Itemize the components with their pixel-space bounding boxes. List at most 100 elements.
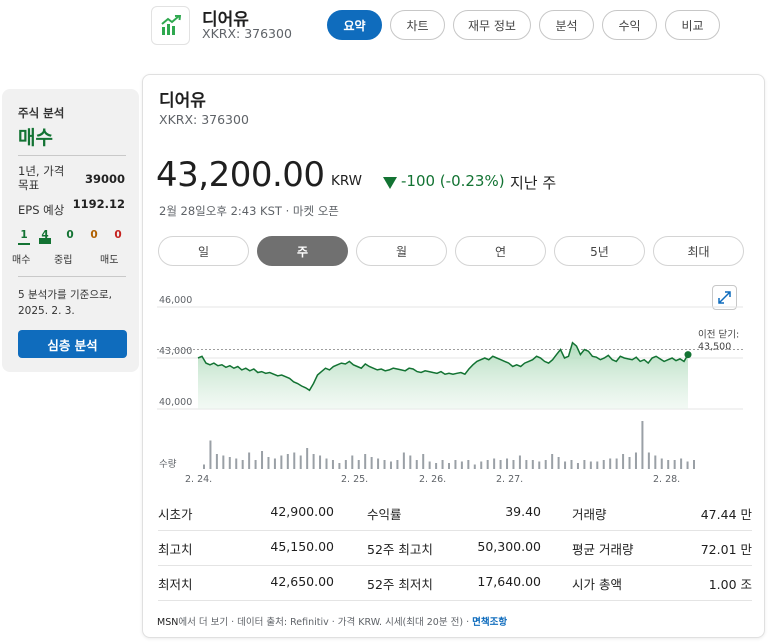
- volume-bar: [209, 440, 212, 469]
- y-tick-label: 40,000: [159, 397, 192, 408]
- analyst-recommendation: 매수: [18, 127, 53, 149]
- tab-0[interactable]: 요약: [327, 10, 382, 40]
- range-button-5[interactable]: 최대: [653, 236, 744, 266]
- range-button-1[interactable]: 주: [257, 236, 348, 266]
- volume-bar: [241, 460, 244, 469]
- stat-value: 72.01 만: [700, 542, 752, 557]
- tab-5[interactable]: 비교: [664, 10, 720, 40]
- x-tick-label: 2. 24.: [185, 474, 212, 485]
- volume-bar: [422, 454, 425, 469]
- volume-bar: [693, 460, 695, 469]
- range-button-2[interactable]: 월: [356, 236, 447, 266]
- rating-label: 중립: [54, 255, 73, 266]
- volume-bar: [306, 448, 309, 469]
- price-area: [198, 342, 688, 409]
- volume-bar: [454, 460, 457, 469]
- volume-bar: [248, 452, 251, 469]
- volume-bar: [564, 461, 567, 469]
- stat-value: 1.00 조: [708, 577, 752, 592]
- volume-bar: [448, 463, 450, 469]
- volume-bar: [647, 452, 650, 469]
- range-button-4[interactable]: 5년: [554, 236, 645, 266]
- stat-label: 거래량: [572, 507, 607, 522]
- down-arrow-icon: [383, 177, 397, 189]
- change-period: 지난 주: [510, 174, 557, 192]
- volume-bar: [512, 460, 515, 469]
- volume-label: 수량: [159, 458, 177, 470]
- eps-label: EPS 예상: [18, 203, 65, 217]
- disclaimer-link[interactable]: 면책조항: [472, 617, 507, 628]
- rating-label: 매도: [100, 255, 119, 266]
- stats-row: 최저치 42,650.00 52주 최저치 17,640.00 시가 총액 1.00 조: [158, 566, 752, 601]
- target-label: 1년, 가격 목표: [18, 164, 65, 192]
- volume-bar: [254, 460, 257, 469]
- price-change: -100 (-0.23%): [401, 172, 505, 190]
- quote-time: 2월 28일오후 2:43 KST · 마켓 오픈: [159, 204, 339, 218]
- x-tick-label: 2. 28.: [653, 474, 680, 485]
- rating-count: 0: [114, 229, 122, 241]
- volume-bar: [589, 461, 592, 469]
- volume-bar: [402, 452, 405, 469]
- rating-bar: [18, 243, 30, 245]
- volume-bar: [280, 455, 283, 469]
- rating-column: 0 매도: [100, 229, 130, 266]
- range-selector: 일 주 월 연 5년 최대: [158, 236, 744, 266]
- tab-4[interactable]: 수익: [601, 10, 657, 40]
- volume-bar: [551, 454, 554, 469]
- stat-value: 45,150.00: [270, 539, 334, 554]
- section-tabs: 요약 차트 재무 정보 분석 수익 비교: [327, 10, 720, 40]
- deep-analysis-button[interactable]: 심층 분석: [18, 330, 127, 358]
- volume-bar: [615, 458, 618, 469]
- volume-bar: [351, 455, 354, 469]
- eps-value: 1192.12: [72, 197, 125, 211]
- volume-bar: [596, 461, 599, 469]
- volume-bar: [686, 461, 689, 469]
- stat-label: 시가 총액: [572, 577, 622, 592]
- volume-bar: [273, 458, 276, 469]
- tab-3[interactable]: 분석: [538, 10, 594, 40]
- stat-label: 평균 거래량: [572, 542, 634, 557]
- volume-bar: [215, 454, 218, 469]
- volume-bar: [409, 455, 412, 469]
- analyst-title: 주식 분석: [18, 106, 65, 120]
- rating-count: 0: [66, 229, 74, 241]
- volume-bar: [428, 461, 431, 469]
- volume-bar: [235, 458, 238, 469]
- range-button-0[interactable]: 일: [158, 236, 249, 266]
- volume-bar: [261, 451, 264, 469]
- volume-bar: [377, 458, 380, 469]
- volume-bar: [680, 458, 683, 469]
- volume-bar: [531, 460, 534, 469]
- rating-count: 0: [90, 229, 98, 241]
- divider: [18, 155, 126, 156]
- tab-1[interactable]: 차트: [390, 10, 445, 40]
- volume-bar: [293, 452, 296, 469]
- x-tick-label: 2. 27.: [496, 474, 523, 485]
- y-tick-label: 46,000: [159, 295, 192, 306]
- volume-bar: [570, 460, 573, 469]
- volume-bar: [267, 457, 270, 469]
- volume-bar: [286, 454, 289, 469]
- msn-link[interactable]: MSN: [157, 617, 178, 628]
- volume-bar: [628, 457, 631, 469]
- stock-chart-icon: [151, 6, 190, 45]
- volume-bar: [344, 460, 347, 469]
- stat-label: 52주 최고치: [367, 542, 433, 557]
- currency: KRW: [331, 173, 363, 189]
- stat-label: 52주 최저치: [367, 577, 433, 592]
- range-button-3[interactable]: 연: [455, 236, 546, 266]
- current-price: 43,200.00: [156, 155, 325, 195]
- volume-bar: [228, 457, 231, 469]
- analyst-rating-distribution: 1 매수 4 0 중립 0 0 매도: [12, 229, 130, 273]
- analyst-note: 5 분석가를 기준으로, 2025. 2. 3.: [18, 289, 112, 317]
- volume-bar: [435, 463, 438, 469]
- price-chart[interactable]: 46,000 43,000 40,000 이전 닫기:43,500 수량 2. 24. 2.…: [143, 295, 763, 485]
- volume-bar: [641, 421, 644, 469]
- stat-label: 수익률: [367, 507, 402, 522]
- volume-bar: [525, 460, 528, 469]
- rating-count: 4: [41, 229, 49, 241]
- volume-bar: [673, 460, 676, 469]
- volume-bar: [538, 461, 541, 469]
- tab-2[interactable]: 재무 정보: [453, 10, 531, 40]
- target-value: 39000: [84, 172, 125, 186]
